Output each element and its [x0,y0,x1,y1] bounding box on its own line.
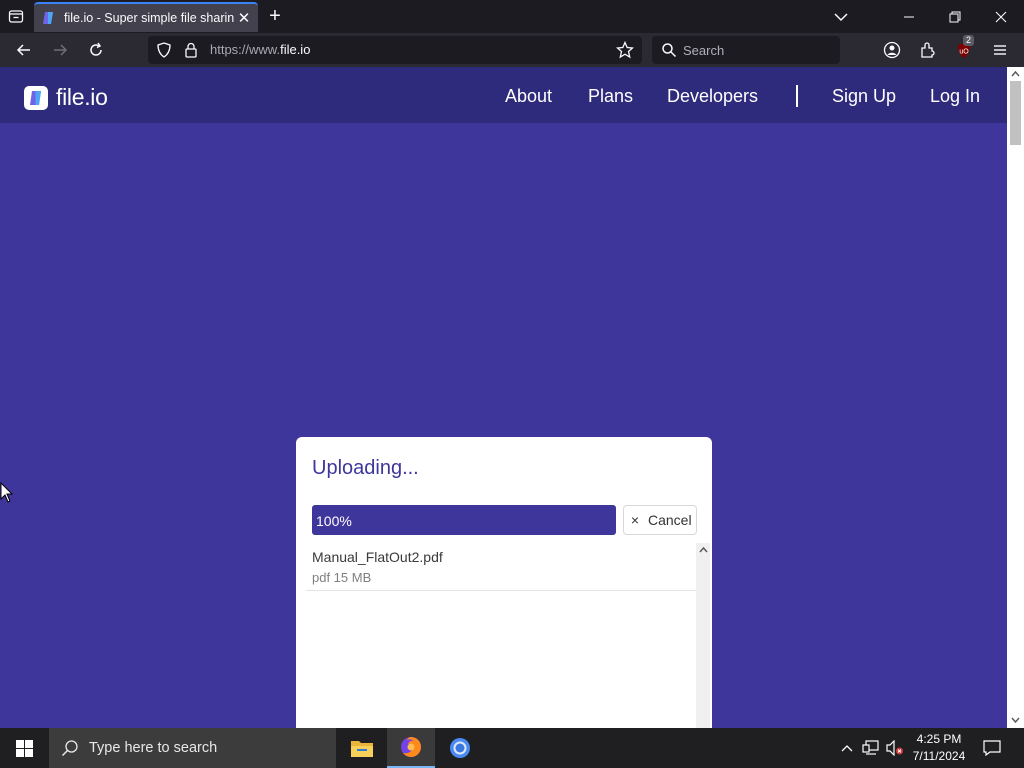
new-tab-icon[interactable]: + [264,5,286,27]
scroll-up-icon[interactable] [699,546,708,554]
hamburger-menu-icon[interactable] [988,38,1012,62]
chrome-taskbar-icon[interactable] [436,728,484,768]
windows-taskbar: Type here to search 4:25 PM 7/11/2024 [0,728,1024,768]
browser-toolbar: https://www.file.io Search uO 2 [0,33,1024,67]
search-bar[interactable]: Search [652,36,840,64]
back-icon[interactable] [12,38,36,62]
site-logo[interactable]: file.io [24,84,108,111]
browser-tab-bar: file.io - Super simple file sharing ✕ + [0,0,1024,33]
nav-divider [796,85,798,107]
url-prefix: https://www. [210,42,281,57]
page-scrollbar[interactable] [1007,67,1024,728]
restore-icon[interactable] [932,0,978,33]
cancel-label: Cancel [648,512,692,528]
account-icon[interactable] [880,38,904,62]
search-icon [662,43,677,58]
clock-date: 7/11/2024 [912,749,966,763]
nav-about[interactable]: About [505,86,552,107]
firefox-view-icon[interactable] [4,4,28,28]
upload-progress-fill [312,505,616,535]
minimize-icon[interactable] [886,0,932,33]
taskbar-clock[interactable]: 4:25 PM 7/11/2024 [906,731,972,765]
scroll-down-icon[interactable] [1011,716,1020,724]
search-icon [61,740,78,757]
upload-title: Uploading... [312,457,419,479]
nav-log-in[interactable]: Log In [930,86,980,107]
address-bar[interactable]: https://www.file.io [148,36,642,64]
close-icon: × [630,512,640,528]
site-header: file.io About Plans Developers Sign Up L… [0,67,1007,123]
chevron-down-icon[interactable] [832,8,850,26]
lock-icon[interactable] [184,42,198,58]
file-meta: pdf 15 MB [312,570,372,585]
upload-dialog: Uploading... 100% × Cancel Manual_FlatOu… [296,437,712,728]
fileio-favicon-icon [43,12,53,24]
nav-plans[interactable]: Plans [588,86,633,107]
cancel-upload-button[interactable]: × Cancel [623,505,697,535]
extensions-icon[interactable] [916,38,940,62]
reload-icon[interactable] [84,38,108,62]
bookmark-star-icon[interactable] [616,41,634,59]
tab-close-icon[interactable]: ✕ [234,9,254,27]
tab-title: file.io - Super simple file sharing [64,11,234,25]
windows-start-icon[interactable] [0,728,48,768]
upload-file-list: Manual_FlatOut2.pdf pdf 15 MB [306,543,696,728]
taskbar-search-placeholder: Type here to search [89,740,218,756]
notifications-icon[interactable] [978,728,1006,768]
volume-muted-icon[interactable] [884,728,906,768]
url-domain: file.io [280,42,311,57]
tray-chevron-up-icon[interactable] [836,728,858,768]
search-placeholder: Search [683,43,725,58]
svg-text:uO: uO [959,49,969,56]
list-item: Manual_FlatOut2.pdf pdf 15 MB [306,543,696,591]
network-icon[interactable] [860,728,882,768]
upload-progress-bar: 100% [312,505,616,535]
mouse-cursor-icon [0,482,14,503]
file-explorer-icon[interactable] [338,728,386,768]
logo-text: file.io [56,84,108,110]
fileio-logo-icon [24,85,48,110]
file-list-scrollbar[interactable] [696,543,710,728]
upload-progress-label: 100% [316,513,352,529]
url-text: https://www.file.io [210,42,310,57]
browser-tab-active[interactable]: file.io - Super simple file sharing ✕ [34,2,258,32]
close-window-icon[interactable] [978,0,1024,33]
ublock-icon[interactable]: uO 2 [952,35,976,62]
clock-time: 4:25 PM [916,732,962,746]
page-content: file.io About Plans Developers Sign Up L… [0,67,1007,728]
firefox-taskbar-icon[interactable] [387,728,435,768]
extension-badge: 2 [963,35,975,46]
taskbar-search-box[interactable]: Type here to search [49,728,336,768]
nav-developers[interactable]: Developers [667,86,758,107]
tracking-shield-icon[interactable] [156,42,172,58]
file-name: Manual_FlatOut2.pdf [312,549,443,565]
forward-icon[interactable] [48,38,72,62]
scrollbar-thumb[interactable] [1010,81,1021,145]
nav-sign-up[interactable]: Sign Up [832,86,896,107]
scroll-up-icon[interactable] [1011,70,1020,78]
